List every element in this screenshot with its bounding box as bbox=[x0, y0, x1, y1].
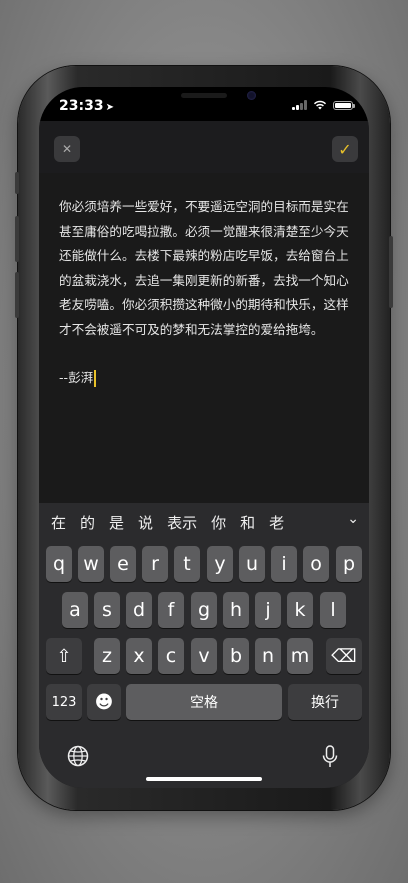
key-row-2: a s d f g h j k l bbox=[39, 592, 369, 628]
key-j[interactable]: j bbox=[255, 592, 281, 628]
globe-icon[interactable] bbox=[67, 745, 89, 767]
keyboard: 在 的 是 说 表示 你 和 老 ⌄ q w e r t y u i o p a… bbox=[39, 503, 369, 788]
expand-candidates-icon[interactable]: ⌄ bbox=[347, 511, 359, 527]
shift-icon: ⇧ bbox=[56, 645, 72, 667]
home-indicator[interactable] bbox=[146, 777, 262, 781]
front-camera bbox=[247, 91, 256, 100]
text-cursor bbox=[94, 369, 97, 387]
space-key[interactable]: 空格 bbox=[126, 684, 282, 720]
mute-switch bbox=[15, 172, 19, 194]
key-i[interactable]: i bbox=[271, 546, 297, 582]
location-icon: ➤ bbox=[105, 102, 114, 113]
key-row-4: 123 ☻ 空格 换行 bbox=[39, 684, 369, 720]
candidate-bar: 在 的 是 说 表示 你 和 老 ⌄ bbox=[39, 503, 369, 541]
speaker-grille bbox=[181, 93, 227, 98]
signature-text: --彭湃 bbox=[59, 370, 94, 385]
volume-up-button bbox=[15, 216, 19, 262]
key-n[interactable]: n bbox=[255, 638, 281, 674]
done-button[interactable]: ✓ bbox=[332, 136, 358, 162]
numbers-key[interactable]: 123 bbox=[46, 684, 82, 720]
key-t[interactable]: t bbox=[174, 546, 200, 582]
candidate-word[interactable]: 老 bbox=[262, 512, 291, 533]
emoji-icon: ☻ bbox=[94, 691, 114, 713]
key-r[interactable]: r bbox=[142, 546, 168, 582]
candidate-word[interactable]: 你 bbox=[204, 512, 233, 533]
emoji-key[interactable]: ☻ bbox=[87, 684, 121, 720]
key-g[interactable]: g bbox=[191, 592, 217, 628]
checkmark-icon: ✓ bbox=[338, 139, 352, 159]
key-m[interactable]: m bbox=[287, 638, 313, 674]
backspace-icon: ⌫ bbox=[331, 645, 357, 667]
key-row-1: q w e r t y u i o p bbox=[39, 546, 369, 582]
candidate-word[interactable]: 和 bbox=[233, 512, 262, 533]
key-a[interactable]: a bbox=[62, 592, 88, 628]
key-q[interactable]: q bbox=[46, 546, 72, 582]
key-p[interactable]: p bbox=[336, 546, 362, 582]
phone-screen: 23:33 ➤ ✕ ✓ 你必须培养一些爱好，不要遥远空洞的目标而是实在甚至庸俗的吃… bbox=[39, 87, 369, 788]
key-b[interactable]: b bbox=[223, 638, 249, 674]
key-u[interactable]: u bbox=[239, 546, 265, 582]
key-d[interactable]: d bbox=[126, 592, 152, 628]
microphone-icon[interactable] bbox=[321, 745, 339, 769]
key-l[interactable]: l bbox=[320, 592, 346, 628]
shift-key[interactable]: ⇧ bbox=[46, 638, 82, 674]
signature-line: --彭湃 bbox=[59, 366, 349, 391]
key-y[interactable]: y bbox=[207, 546, 233, 582]
editor-body-text: 你必须培养一些爱好，不要遥远空洞的目标而是实在甚至庸俗的吃喝拉撒。必须一觉醒来很… bbox=[59, 199, 349, 337]
volume-down-button bbox=[15, 272, 19, 318]
status-time: 23:33 ➤ bbox=[59, 98, 114, 114]
time-text: 23:33 bbox=[59, 98, 104, 114]
candidate-word[interactable]: 在 bbox=[39, 512, 73, 533]
candidate-word[interactable]: 是 bbox=[102, 512, 131, 533]
key-row-3: ⇧ z x c v b n m ⌫ bbox=[39, 638, 369, 674]
wifi-icon bbox=[313, 100, 327, 110]
key-w[interactable]: w bbox=[78, 546, 104, 582]
close-icon: ✕ bbox=[61, 142, 73, 156]
key-k[interactable]: k bbox=[287, 592, 313, 628]
key-f[interactable]: f bbox=[158, 592, 184, 628]
return-key[interactable]: 换行 bbox=[288, 684, 362, 720]
key-c[interactable]: c bbox=[158, 638, 184, 674]
status-icons bbox=[292, 100, 355, 110]
key-x[interactable]: x bbox=[126, 638, 152, 674]
key-v[interactable]: v bbox=[191, 638, 217, 674]
cellular-signal-icon bbox=[292, 100, 307, 110]
key-o[interactable]: o bbox=[303, 546, 329, 582]
power-button bbox=[389, 236, 393, 308]
key-z[interactable]: z bbox=[94, 638, 120, 674]
candidate-word[interactable]: 的 bbox=[73, 512, 102, 533]
notch bbox=[119, 87, 289, 115]
delete-key[interactable]: ⌫ bbox=[326, 638, 362, 674]
keyboard-bottom-bar bbox=[39, 745, 369, 775]
candidate-word[interactable]: 表示 bbox=[160, 512, 204, 533]
key-e[interactable]: e bbox=[110, 546, 136, 582]
candidate-word[interactable]: 说 bbox=[131, 512, 160, 533]
key-s[interactable]: s bbox=[94, 592, 120, 628]
close-button[interactable]: ✕ bbox=[54, 136, 80, 162]
text-editor[interactable]: 你必须培养一些爱好，不要遥远空洞的目标而是实在甚至庸俗的吃喝拉撒。必须一觉醒来很… bbox=[39, 173, 369, 503]
battery-icon bbox=[333, 100, 355, 110]
editor-toolbar: ✕ ✓ bbox=[39, 121, 369, 173]
key-h[interactable]: h bbox=[223, 592, 249, 628]
